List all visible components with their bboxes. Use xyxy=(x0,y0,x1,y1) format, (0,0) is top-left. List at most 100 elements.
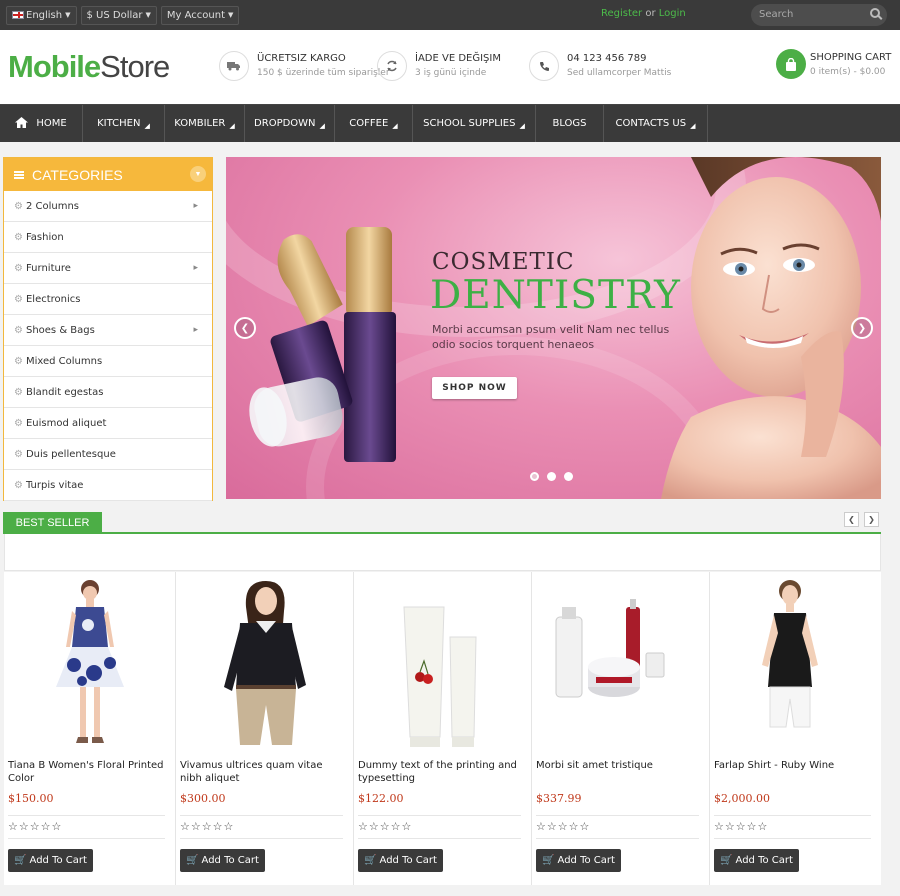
chevron-down-icon: ▼ xyxy=(145,11,151,19)
product-name[interactable]: Morbi sit amet tristique xyxy=(536,759,701,772)
slider-dot[interactable] xyxy=(530,472,539,481)
currency-dropdown[interactable]: $ US Dollar ▼ xyxy=(80,5,157,25)
category-item[interactable]: ⚙ Fashion xyxy=(4,222,212,253)
nav-item-coffee[interactable]: COFFEE ◢ xyxy=(335,105,413,142)
search-icon[interactable] xyxy=(870,8,880,18)
category-label: Furniture xyxy=(25,262,71,274)
nav-item-kitchen[interactable]: KITCHEN ◢ xyxy=(83,105,165,142)
star-icon: ☆ xyxy=(746,820,757,833)
add-to-cart-button[interactable]: 🛒 Add To Cart xyxy=(8,849,93,872)
language-dropdown[interactable]: English ▼ xyxy=(6,5,77,25)
product-image[interactable] xyxy=(362,577,524,747)
star-icon: ☆ xyxy=(51,820,62,833)
product-name[interactable]: Dummy text of the printing and typesetti… xyxy=(358,759,523,785)
category-item[interactable]: ⚙ Euismod aliquet xyxy=(4,408,212,439)
star-icon: ☆ xyxy=(401,820,412,833)
product-name[interactable]: Vivamus ultrices quam vitae nibh aliquet xyxy=(180,759,345,785)
product-image[interactable] xyxy=(12,577,168,747)
add-to-cart-button[interactable]: 🛒 Add To Cart xyxy=(180,849,265,872)
category-item[interactable]: ⚙ Mixed Columns xyxy=(4,346,212,377)
category-item[interactable]: ⚙ 2 Columns ▸ xyxy=(4,191,212,222)
register-link[interactable]: Register xyxy=(601,8,642,19)
feature-sub: 3 iş günü içinde xyxy=(415,68,487,78)
product-image[interactable] xyxy=(718,577,873,747)
product-image[interactable] xyxy=(184,577,346,747)
category-item[interactable]: ⚙ Electronics xyxy=(4,284,212,315)
category-item[interactable]: ⚙ Duis pellentesque xyxy=(4,439,212,470)
best-seller-tab[interactable]: BEST SELLER xyxy=(3,512,102,533)
nav-item-home[interactable]: HOME xyxy=(0,105,83,142)
slider-dot[interactable] xyxy=(564,472,573,481)
search-input[interactable]: Search xyxy=(751,4,887,26)
login-link[interactable]: Login xyxy=(659,8,686,19)
category-item[interactable]: ⚙ Shoes & Bags ▸ xyxy=(4,315,212,346)
slider-prev-button[interactable]: ❮ xyxy=(234,317,256,339)
logo[interactable]: MobileStore xyxy=(8,49,170,85)
gear-icon: ⚙ xyxy=(14,200,23,212)
divider xyxy=(536,838,699,839)
logo-part-mobile: Mobile xyxy=(8,49,101,84)
add-to-cart-button[interactable]: 🛒 Add To Cart xyxy=(536,849,621,872)
or-text: or xyxy=(645,8,656,19)
product-name[interactable]: Tiana B Women's Floral Printed Color xyxy=(8,759,167,785)
search-placeholder: Search xyxy=(759,9,794,20)
star-rating: ☆ ☆ ☆ ☆ ☆ xyxy=(8,820,62,833)
category-item[interactable]: ⚙ Furniture ▸ xyxy=(4,253,212,284)
product-card: Morbi sit amet tristique $337.99 ☆ ☆ ☆ ☆ ☆ 🛒… xyxy=(532,572,710,885)
add-to-cart-button[interactable]: 🛒 Add To Cart xyxy=(358,849,443,872)
star-rating: ☆ ☆ ☆ ☆ ☆ xyxy=(358,820,412,833)
slider-dot[interactable] xyxy=(547,472,556,481)
category-label: Shoes & Bags xyxy=(25,324,95,336)
caret-icon: ◢ xyxy=(392,121,398,130)
star-icon: ☆ xyxy=(358,820,368,833)
star-icon: ☆ xyxy=(724,820,735,833)
star-icon: ☆ xyxy=(557,820,568,833)
product-card: Tiana B Women's Floral Printed Color $15… xyxy=(4,572,176,885)
nav-label: KITCHEN xyxy=(97,118,141,129)
hero-slider: COSMETIC DENTISTRY Morbi accumsan psum v… xyxy=(226,157,881,499)
nav-item-school-supplies[interactable]: SCHOOL SUPPLIES ◢ xyxy=(413,105,536,142)
chevron-right-icon: ▸ xyxy=(193,201,198,211)
chevron-down-icon[interactable]: ▼ xyxy=(190,166,206,182)
category-item[interactable]: ⚙ Blandit egestas xyxy=(4,377,212,408)
star-icon: ☆ xyxy=(568,820,579,833)
feature-sub: 150 $ üzerinde tüm siparişler xyxy=(257,68,390,78)
chevron-right-icon: ▸ xyxy=(193,263,198,273)
cart-bag-icon xyxy=(776,49,806,79)
star-icon: ☆ xyxy=(223,820,234,833)
carousel-prev-button[interactable]: ❮ xyxy=(844,512,859,527)
categories-header[interactable]: CATEGORIES ▼ xyxy=(4,158,212,191)
divider xyxy=(180,838,343,839)
feature-returns: İADE VE DEĞIŞIM 3 iş günü içinde xyxy=(377,51,501,81)
category-item[interactable]: ⚙ Turpis vitae xyxy=(4,470,212,501)
main-nav: HOME KITCHEN ◢ KOMBILER ◢ DROPDOWN ◢ COFFEE… xyxy=(0,104,900,142)
refresh-icon xyxy=(377,51,407,81)
nav-label: BLOGS xyxy=(552,118,587,129)
divider xyxy=(180,815,343,816)
carousel-next-button[interactable]: ❯ xyxy=(864,512,879,527)
cart-icon: 🛒 xyxy=(720,855,733,866)
nav-item-dropdown[interactable]: DROPDOWN ◢ xyxy=(245,105,335,142)
add-to-cart-label: Add To Cart xyxy=(735,855,793,866)
add-to-cart-button[interactable]: 🛒 Add To Cart xyxy=(714,849,799,872)
category-label: Turpis vitae xyxy=(25,479,84,491)
slider-next-button[interactable]: ❯ xyxy=(851,317,873,339)
product-image[interactable] xyxy=(540,577,702,747)
category-label: Duis pellentesque xyxy=(25,448,116,460)
nav-item-contacts-us[interactable]: CONTACTS US ◢ xyxy=(604,105,708,142)
star-icon: ☆ xyxy=(212,820,223,833)
shopping-cart[interactable]: SHOPPING CART 0 item(s) - $0.00 xyxy=(776,49,891,79)
category-label: Blandit egestas xyxy=(25,386,104,398)
model-face-image xyxy=(661,157,881,499)
gear-icon: ⚙ xyxy=(14,386,23,398)
nav-item-blogs[interactable]: BLOGS xyxy=(536,105,604,142)
nav-label: SCHOOL SUPPLIES xyxy=(423,118,516,129)
star-rating: ☆ ☆ ☆ ☆ ☆ xyxy=(714,820,768,833)
product-name[interactable]: Farlap Shirt - Ruby Wine xyxy=(714,759,873,772)
star-rating: ☆ ☆ ☆ ☆ ☆ xyxy=(536,820,590,833)
nav-item-kombiler[interactable]: KOMBILER ◢ xyxy=(165,105,245,142)
star-icon: ☆ xyxy=(390,820,401,833)
shop-now-button[interactable]: SHOP NOW xyxy=(432,377,517,399)
account-dropdown[interactable]: My Account ▼ xyxy=(160,5,240,25)
nav-label: CONTACTS US xyxy=(615,118,687,129)
